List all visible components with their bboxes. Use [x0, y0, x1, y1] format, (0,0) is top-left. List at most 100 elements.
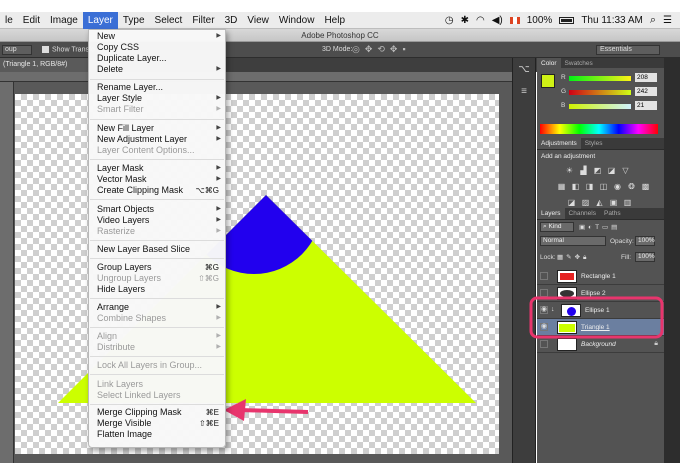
lock-options-icons[interactable]: ▦✎✥🔒︎ [557, 253, 590, 262]
gradient-map-icon[interactable]: ▽ [621, 166, 630, 175]
show-transform-checkbox[interactable]: Show Transfo [42, 46, 95, 54]
menu-item-create-clipping-mask[interactable]: Create Clipping Mask ⌥⌘G [97, 185, 223, 196]
visibility-toggle[interactable] [540, 289, 548, 297]
blend-mode-dropdown[interactable]: Normal [540, 236, 606, 246]
red-value[interactable]: 208 [635, 73, 657, 82]
properties-icon[interactable]: ≡ [515, 86, 533, 102]
menu-item-new-adjustment-layer[interactable]: New Adjustment Layer ▶ [97, 134, 223, 145]
eye-icon[interactable]: ◉ [540, 323, 548, 331]
menu-item-distribute: Distribute ▶ [97, 342, 223, 353]
layer-row-ellipse-1[interactable]: ◉ ↓ Ellipse 1 [537, 302, 664, 319]
levels-icon[interactable]: ▟ [579, 166, 588, 175]
vibrance-icon[interactable]: ▦ [557, 182, 566, 191]
menu-item-merge-clipping-mask[interactable]: Merge Clipping Mask ⌘E [97, 407, 223, 418]
layer-row-ellipse-2[interactable]: Ellipse 2 [537, 285, 664, 302]
menu-item-combine-shapes: Combine Shapes ▶ [97, 313, 223, 324]
3d-mode-icons[interactable]: ◎✥⟲✥▪ [352, 44, 411, 55]
menu-select[interactable]: Select [150, 12, 188, 29]
menu-window[interactable]: Window [274, 12, 320, 29]
wifi-icon[interactable]: ◠ [476, 15, 485, 26]
visibility-toggle[interactable] [540, 272, 548, 280]
time-machine-icon[interactable]: ◷ [445, 15, 454, 26]
menu-help[interactable]: Help [319, 12, 350, 29]
green-value[interactable]: 242 [635, 87, 657, 96]
green-label: G [561, 88, 567, 95]
gradient-icon[interactable]: ▥ [623, 198, 632, 207]
selective-color-icon[interactable]: ▣ [609, 198, 618, 207]
menu-view[interactable]: View [242, 12, 274, 29]
color-lookup-icon[interactable]: ▩ [641, 182, 650, 191]
invert-icon[interactable]: ◪ [567, 198, 576, 207]
fill-input[interactable]: 100% [635, 252, 655, 262]
hue-saturation-icon[interactable]: ◧ [571, 182, 580, 191]
menu-shortcut: ⌘G [204, 263, 219, 272]
menu-item-duplicate-layer[interactable]: Duplicate Layer... [97, 53, 223, 64]
spotlight-search-icon[interactable]: ⌕ [650, 14, 656, 27]
color-spectrum-bar[interactable] [540, 124, 658, 134]
menu-item-label: New Layer Based Slice [97, 244, 191, 254]
notification-center-icon[interactable]: ☰ [663, 15, 672, 26]
menu-item-new[interactable]: New ▶ [97, 31, 223, 42]
menu-item-hide-layers[interactable]: Hide Layers [97, 284, 223, 295]
clock[interactable]: Thu 11:33 AM [581, 15, 643, 26]
menu-image[interactable]: Image [45, 12, 83, 29]
menu-item-merge-visible[interactable]: Merge Visible ⇧⌘E [97, 418, 223, 429]
menu-filter[interactable]: Filter [187, 12, 219, 29]
layer-row-triangle-1[interactable]: ◉ Triangle 1 [537, 319, 664, 336]
menu-edit[interactable]: Edit [18, 12, 45, 29]
menu-item-new-layer-based-slice[interactable]: New Layer Based Slice [97, 244, 223, 255]
channel-mixer-icon[interactable]: ❂ [627, 182, 636, 191]
posterize-icon[interactable]: ▨ [581, 198, 590, 207]
menu-item-arrange[interactable]: Arrange ▶ [97, 302, 223, 313]
menu-shortcut: ⌥⌘G [195, 186, 219, 195]
menu-item-group-layers[interactable]: Group Layers ⌘G [97, 262, 223, 273]
menu-item-label: Vector Mask [97, 174, 147, 184]
menu-item-layer-style[interactable]: Layer Style ▶ [97, 93, 223, 104]
tab-layers[interactable]: Layers [537, 208, 565, 219]
bluetooth-icon[interactable]: ✱ [461, 15, 469, 26]
tab-paths[interactable]: Paths [600, 208, 625, 219]
menu-type[interactable]: Type [118, 12, 150, 29]
opacity-input[interactable]: 100% [635, 236, 655, 246]
menu-item-label: Ungroup Layers [97, 273, 162, 283]
curves-icon[interactable]: ◩ [593, 166, 602, 175]
auto-select-dropdown[interactable]: oup [2, 45, 32, 55]
color-balance-icon[interactable]: ◨ [585, 182, 594, 191]
menu-item-flatten-image[interactable]: Flatten Image [97, 429, 223, 440]
menu-item-new-fill-layer[interactable]: New Fill Layer ▶ [97, 123, 223, 134]
menu-layer[interactable]: Layer [82, 11, 118, 29]
layer-row-rectangle-1[interactable]: Rectangle 1 [537, 268, 664, 285]
blue-value[interactable]: 21 [635, 101, 657, 110]
eye-icon[interactable]: ◉ [540, 306, 548, 314]
layer-name: Triangle 1 [581, 324, 610, 331]
menu-file[interactable]: le [0, 12, 18, 29]
visibility-toggle[interactable] [540, 340, 548, 348]
volume-icon[interactable]: ◀) [492, 15, 503, 26]
layer-row-background[interactable]: Background 🔒︎ [537, 336, 664, 353]
tab-channels[interactable]: Channels [565, 208, 600, 219]
menu-3d[interactable]: 3D [220, 12, 243, 29]
exposure-icon[interactable]: ◪ [607, 166, 616, 175]
layer-thumbnail [557, 287, 577, 300]
input-source-flag-icon[interactable] [509, 17, 520, 24]
menu-item-smart-objects[interactable]: Smart Objects ▶ [97, 204, 223, 215]
history-brush-icon[interactable]: ⌥ [515, 64, 533, 80]
menu-item-vector-mask[interactable]: Vector Mask ▶ [97, 174, 223, 185]
layer-filter-icons[interactable]: ▣◐T▭▤ [579, 223, 620, 231]
photo-filter-icon[interactable]: ◉ [613, 182, 622, 191]
tab-styles[interactable]: Styles [581, 138, 607, 149]
menu-item-copy-css[interactable]: Copy CSS [97, 42, 223, 53]
foreground-color-swatch[interactable] [541, 74, 555, 88]
battery-icon[interactable] [559, 17, 575, 24]
workspace-dropdown[interactable]: Essentials [596, 45, 660, 55]
threshold-icon[interactable]: ◭ [595, 198, 604, 207]
menu-item-layer-mask[interactable]: Layer Mask ▶ [97, 163, 223, 174]
layer-filter-kind[interactable]: ⌕ Kind [540, 222, 574, 232]
menu-item-delete[interactable]: Delete ▶ [97, 64, 223, 75]
menu-item-video-layers[interactable]: Video Layers ▶ [97, 215, 223, 226]
menu-separator [90, 356, 224, 357]
brightness-contrast-icon[interactable]: ☀ [565, 166, 574, 175]
tab-adjustments[interactable]: Adjustments [537, 138, 581, 149]
black-white-icon[interactable]: ◫ [599, 182, 608, 191]
menu-item-rename-layer[interactable]: Rename Layer... [97, 82, 223, 93]
